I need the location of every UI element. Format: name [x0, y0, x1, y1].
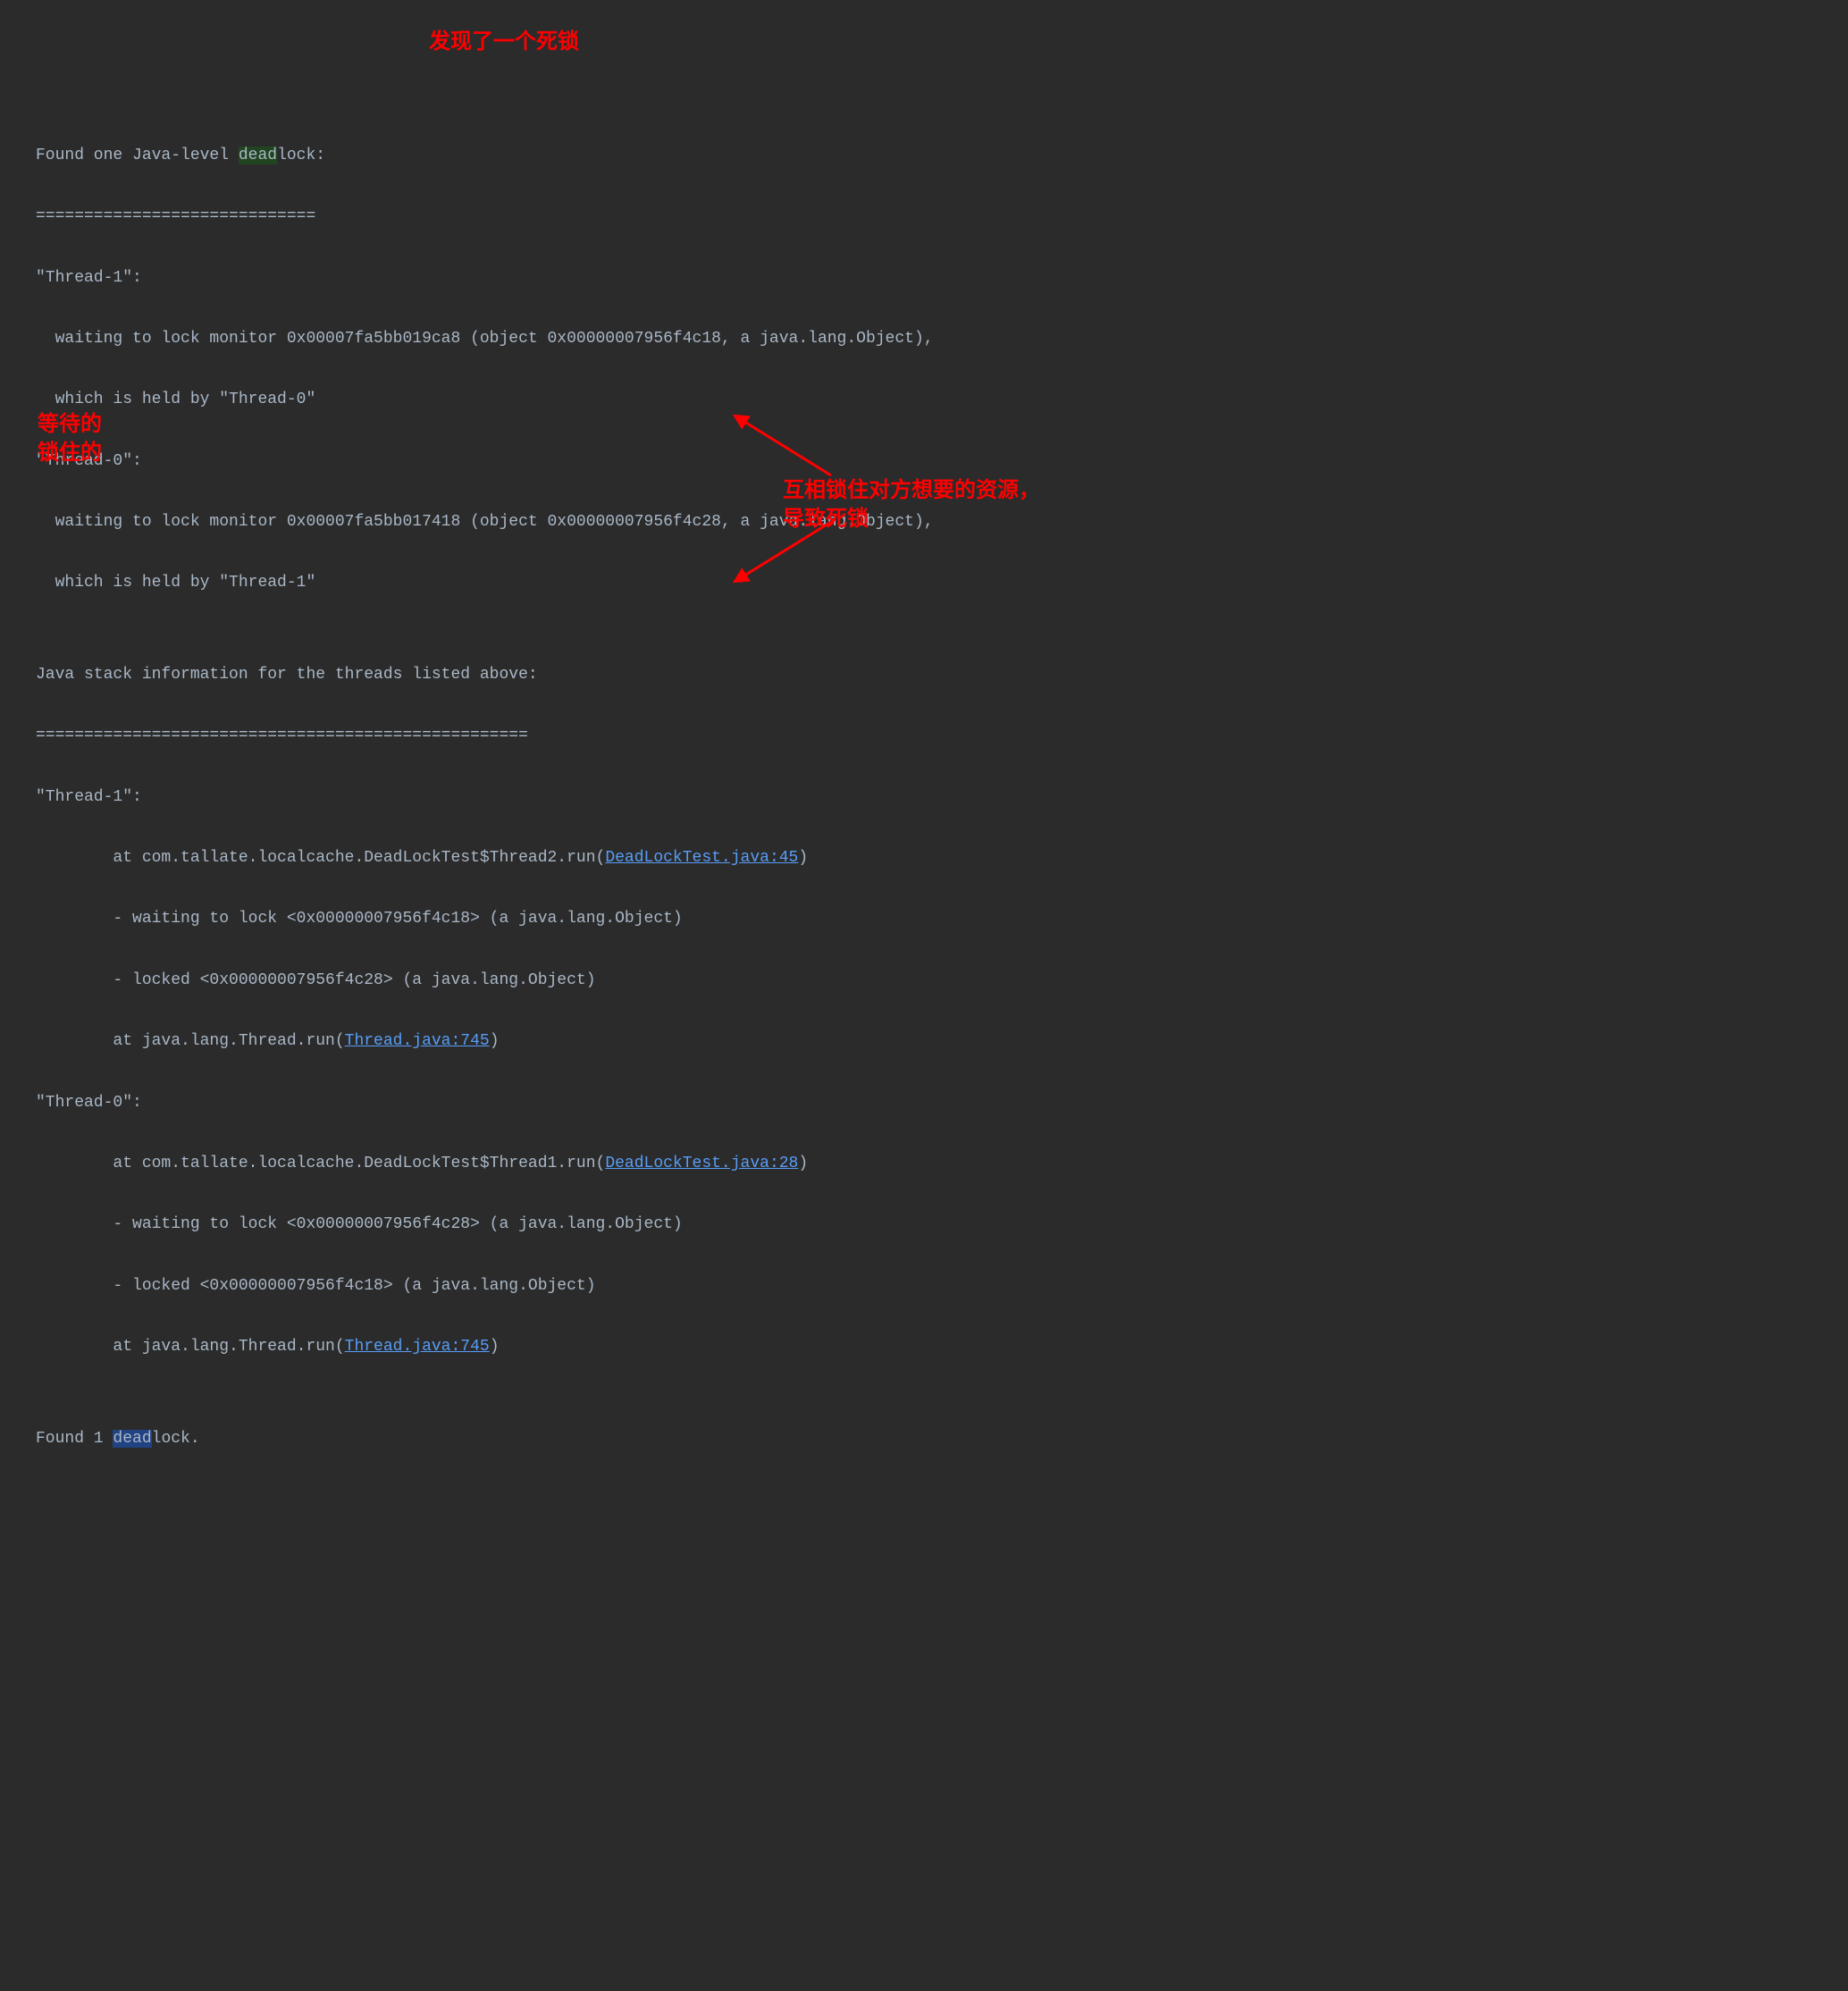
- console-line-17: "Thread-0":: [36, 1088, 1812, 1118]
- console-line-20: - locked <0x00000007956f4c18> (a java.la…: [36, 1271, 1812, 1301]
- console-line-13: at com.tallate.localcache.DeadLockTest$T…: [36, 843, 1812, 873]
- console-line-4: waiting to lock monitor 0x00007fa5bb019c…: [36, 323, 1812, 354]
- annotation-found-deadlock: 发现了一个死锁: [429, 21, 579, 63]
- console-line-1: Found one Java-level deadlock:: [36, 140, 1812, 171]
- console-line-12: "Thread-1":: [36, 782, 1812, 812]
- console-line-3: "Thread-1":: [36, 263, 1812, 293]
- highlighted-dead-1: dead: [239, 147, 277, 164]
- source-link-2[interactable]: Thread.java:745: [345, 1032, 490, 1050]
- console-line-23: Found 1 deadlock.: [36, 1424, 1812, 1454]
- console-line-7: waiting to lock monitor 0x00007fa5bb0174…: [36, 507, 1812, 537]
- source-link-4[interactable]: Thread.java:745: [345, 1338, 490, 1356]
- source-link-1[interactable]: DeadLockTest.java:45: [605, 849, 798, 867]
- console-line-14: - waiting to lock <0x00000007956f4c18> (…: [36, 903, 1812, 934]
- highlighted-dead-2: dead: [113, 1430, 151, 1448]
- annotation-locked: 锁住的: [38, 433, 102, 474]
- console-line-19: - waiting to lock <0x00000007956f4c28> (…: [36, 1209, 1812, 1239]
- console-line-16: at java.lang.Thread.run(Thread.java:745): [36, 1026, 1812, 1056]
- console-line-21: at java.lang.Thread.run(Thread.java:745): [36, 1332, 1812, 1362]
- console-line-11: ========================================…: [36, 720, 1812, 751]
- console-line-10: Java stack information for the threads l…: [36, 659, 1812, 690]
- console-line-18: at com.tallate.localcache.DeadLockTest$T…: [36, 1148, 1812, 1179]
- console-line-8: which is held by "Thread-1": [36, 567, 1812, 598]
- console-line-2: =============================: [36, 201, 1812, 231]
- console-line-5: which is held by "Thread-0": [36, 384, 1812, 415]
- annotation-mutual-lock-2: 导致死锁: [783, 499, 869, 540]
- source-link-3[interactable]: DeadLockTest.java:28: [605, 1155, 798, 1172]
- console-line-15: - locked <0x00000007956f4c28> (a java.la…: [36, 965, 1812, 996]
